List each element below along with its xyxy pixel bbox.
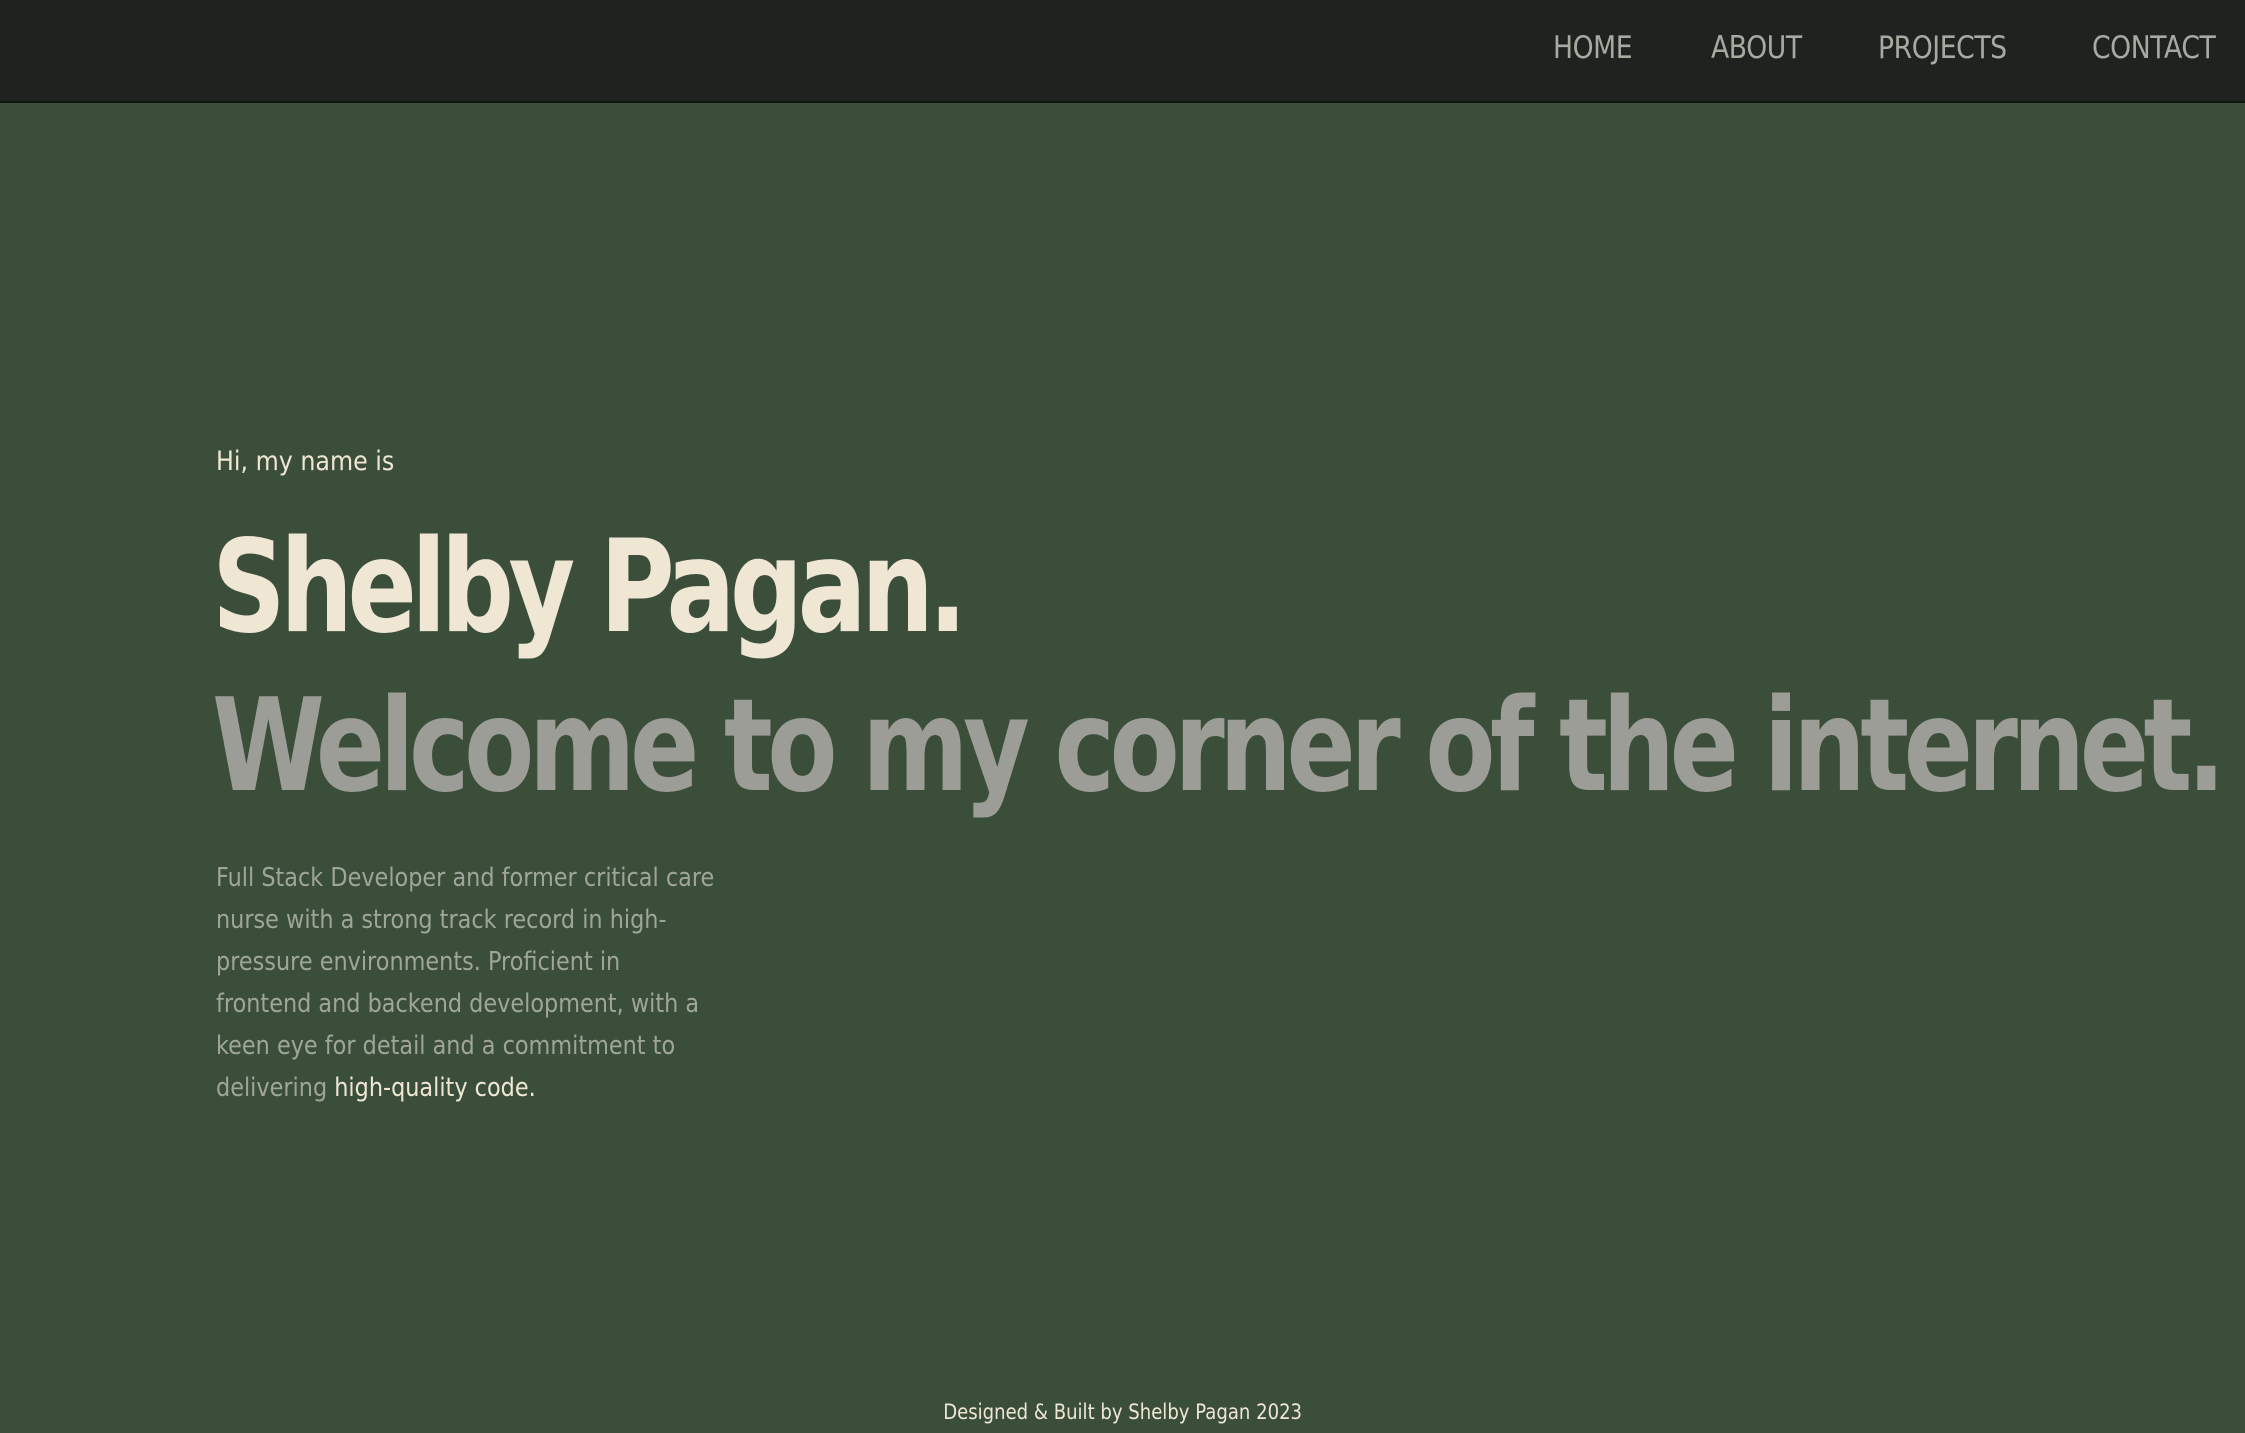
footer-credit: Designed & Built by Shelby Pagan 2023 [943,1400,1302,1424]
page-footer: Designed & Built by Shelby Pagan 2023 [0,1400,2245,1424]
nav-about-link[interactable]: ABOUT [1711,30,1802,66]
nav-home-link[interactable]: HOME [1553,30,1633,66]
nav-contact-link[interactable]: CONTACT [2092,30,2216,66]
hero-bio: Full Stack Developer and former critical… [216,857,715,1109]
hero-bio-text: Full Stack Developer and former critical… [216,863,715,1103]
top-navbar: HOME ABOUT PROJECTS CONTACT [0,0,2245,103]
hero-greeting: Hi, my name is [216,446,395,477]
hero-name: Shelby Pagan. [212,513,967,662]
hero-tagline: Welcome to my corner of the internet. [212,672,2226,821]
nav-projects-link[interactable]: PROJECTS [1878,30,2007,66]
hero-bio-highlight: high-quality code. [334,1073,536,1103]
